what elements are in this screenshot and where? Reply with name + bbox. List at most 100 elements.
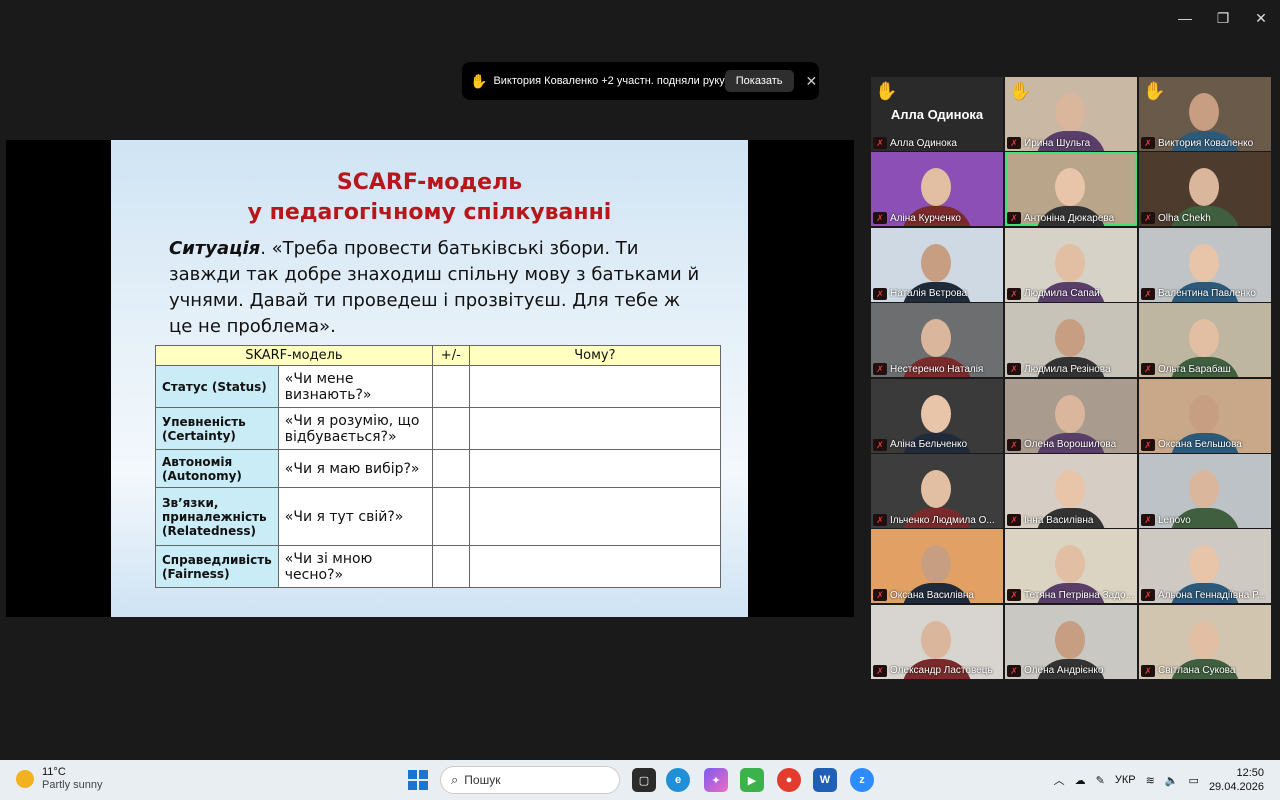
participant-name-text: Альона Геннадіївна Р... <box>1158 589 1266 601</box>
clock-time: 12:50 <box>1236 767 1264 779</box>
participant-tile[interactable]: ✗ Olha Chekh <box>1139 152 1271 227</box>
participant-name: ✗ Людмила Резінова <box>1007 363 1135 376</box>
scarf-table: SKARF-модель +/- Чому? Статус (Status) «… <box>155 345 722 588</box>
participant-tile[interactable]: ✗ Нестеренко Наталія <box>871 303 1003 378</box>
table-header: +/- <box>431 345 470 366</box>
participant-tile[interactable]: ✋ ✗ Виктория Коваленко <box>1139 77 1271 151</box>
table-cell-label: Статус (Status) <box>155 365 279 408</box>
edge-browser-icon[interactable]: e <box>666 768 690 792</box>
system-tray: ︿ ☁ ✎ УКР ≋ 🔈 ▭ 12:50 29.04.2026 <box>1054 760 1280 800</box>
chevron-up-icon[interactable]: ︿ <box>1054 772 1065 788</box>
taskbar-search[interactable]: ⌕ Пошук <box>440 766 620 794</box>
participant-video <box>1055 93 1085 131</box>
show-button[interactable]: Показать <box>724 70 794 92</box>
participant-tile[interactable]: ✗ Тетяна Петрівна Задо... <box>1005 529 1137 604</box>
participant-tile[interactable]: ✗ Олена Андрієнко <box>1005 604 1137 679</box>
battery-icon[interactable]: ▭ <box>1189 774 1199 787</box>
task-view-icon[interactable]: ▢ <box>632 768 656 792</box>
table-cell-question: «Чи зі мною чесно?» <box>277 545 433 588</box>
participant-tile[interactable]: ✗ Інна Василівна <box>1005 454 1137 528</box>
participant-video <box>1055 545 1085 584</box>
participant-name-text: Оксана Бельшова <box>1158 439 1242 451</box>
participant-name: ✗ Lenovo <box>1141 514 1269 526</box>
participant-name: ✗ Оксана Бельшова <box>1141 438 1269 451</box>
participant-name-text: Антоніна Дюкарева <box>1024 212 1115 224</box>
table-row: Зв’язки, приналежність (Relatedness) «Чи… <box>155 487 722 546</box>
participant-name-text: Людмила Сапай <box>1024 288 1100 300</box>
table-cell-empty <box>431 545 470 588</box>
participant-tile[interactable]: ✗ Аліна Курченко <box>871 152 1003 227</box>
muted-mic-icon: ✗ <box>1007 514 1021 526</box>
participant-video <box>1189 93 1219 131</box>
participant-name: ✗ Нестеренко Наталія <box>873 363 1001 376</box>
table-cell-empty <box>468 407 722 450</box>
participant-tile[interactable]: ✗ Людмила Сапай <box>1005 227 1137 302</box>
slide-title: SCARF-модель у педагогічному спілкуванні <box>111 168 748 228</box>
participant-tile[interactable]: ✗ Олександр Ластовець <box>871 604 1003 679</box>
participant-name: ✗ Ольга Барабаш <box>1141 363 1269 376</box>
participant-tile[interactable]: ✗ Аліна Бельченко <box>871 378 1003 453</box>
participant-video <box>1055 168 1085 207</box>
participant-tile[interactable]: ✗ Валентина Павленко <box>1139 227 1271 302</box>
participant-tile[interactable]: ✗ Lenovo <box>1139 454 1271 528</box>
word-icon[interactable]: W <box>813 768 837 792</box>
situation-label: Ситуація <box>169 238 261 259</box>
participant-tile[interactable]: ✗ Оксана Бельшова <box>1139 378 1271 453</box>
raised-hand-icon: ✋ <box>1009 81 1032 101</box>
participant-name-text: Аліна Курченко <box>890 212 961 224</box>
participant-video <box>1055 319 1085 358</box>
participant-name: ✗ Альона Геннадіївна Р... <box>1141 589 1269 602</box>
windows-start-icon[interactable] <box>408 770 428 790</box>
close-window-button[interactable]: ✕ <box>1242 0 1280 36</box>
clock[interactable]: 12:50 29.04.2026 <box>1209 766 1264 794</box>
wifi-icon[interactable]: ≋ <box>1146 774 1155 787</box>
muted-mic-icon: ✗ <box>1007 287 1021 300</box>
participant-video <box>1189 168 1219 207</box>
muted-mic-icon: ✗ <box>1007 664 1021 677</box>
participant-name: ✗ Олена Андрієнко <box>1007 664 1135 677</box>
participant-tile[interactable]: ✗ Альона Геннадіївна Р... <box>1139 529 1271 604</box>
minimize-button[interactable]: — <box>1166 0 1204 36</box>
participant-tile[interactable]: ✋ ✗ Ирина Шульга <box>1005 77 1137 151</box>
search-icon: ⌕ <box>451 772 459 787</box>
weather-widget[interactable]: 11°C Partly sunny <box>16 766 103 792</box>
participant-tile[interactable]: ✗ Ільченко Людмила О... <box>871 454 1003 528</box>
participant-name-text: Нестеренко Наталія <box>890 363 984 375</box>
participant-name-text: Виктория Коваленко <box>1158 137 1254 149</box>
chrome-icon[interactable]: ● <box>777 768 801 792</box>
participant-name-text: Світлана Сукова <box>1158 665 1236 677</box>
slide-title-line1: SCARF-модель <box>336 170 523 195</box>
muted-mic-icon: ✗ <box>1007 212 1021 225</box>
participant-display-name: Алла Одинока <box>890 107 984 122</box>
participant-name-text: Аліна Бельченко <box>890 439 968 451</box>
table-cell-empty <box>431 487 470 546</box>
volume-icon[interactable]: 🔈 <box>1165 774 1179 787</box>
participant-name-text: Тетяна Петрівна Задо... <box>1024 589 1134 601</box>
muted-mic-icon: ✗ <box>873 287 887 300</box>
participant-tile[interactable]: ✗ Ольга Барабаш <box>1139 303 1271 378</box>
teams-icon[interactable]: ▶ <box>740 768 764 792</box>
participant-tile[interactable]: ✗ Оксана Василівна <box>871 529 1003 604</box>
participant-tile[interactable]: ✗ Антоніна Дюкарева <box>1005 152 1137 227</box>
pen-icon[interactable]: ✎ <box>1096 774 1105 787</box>
participant-video <box>1189 394 1219 433</box>
participant-name: ✗ Алла Одинока <box>873 137 1001 149</box>
participant-tile[interactable]: ✗ Людмила Резінова <box>1005 303 1137 378</box>
muted-mic-icon: ✗ <box>873 664 887 677</box>
cloud-icon[interactable]: ☁ <box>1075 774 1086 787</box>
muted-mic-icon: ✗ <box>1141 589 1155 602</box>
muted-mic-icon: ✗ <box>1141 514 1155 526</box>
copilot-icon[interactable]: ✦ <box>704 768 728 792</box>
participant-tile[interactable]: ✗ Олена Ворошилова <box>1005 378 1137 453</box>
participant-name-text: Ольга Барабаш <box>1158 363 1231 375</box>
zoom-icon[interactable]: z <box>850 768 874 792</box>
maximize-button[interactable]: ❐ <box>1204 0 1242 36</box>
close-icon[interactable]: ✕ <box>806 73 818 90</box>
muted-mic-icon: ✗ <box>1141 137 1155 149</box>
participant-tile[interactable]: ✗ Світлана Сукова <box>1139 604 1271 679</box>
participant-name: ✗ Ирина Шульга <box>1007 137 1135 149</box>
participant-name-text: Олена Ворошилова <box>1024 439 1117 451</box>
participant-tile[interactable]: ✗ Наталія Вєтрова <box>871 227 1003 302</box>
participant-tile[interactable]: Алла Одинока ✋ ✗ Алла Одинока <box>871 77 1003 151</box>
language-indicator[interactable]: УКР <box>1115 774 1136 786</box>
